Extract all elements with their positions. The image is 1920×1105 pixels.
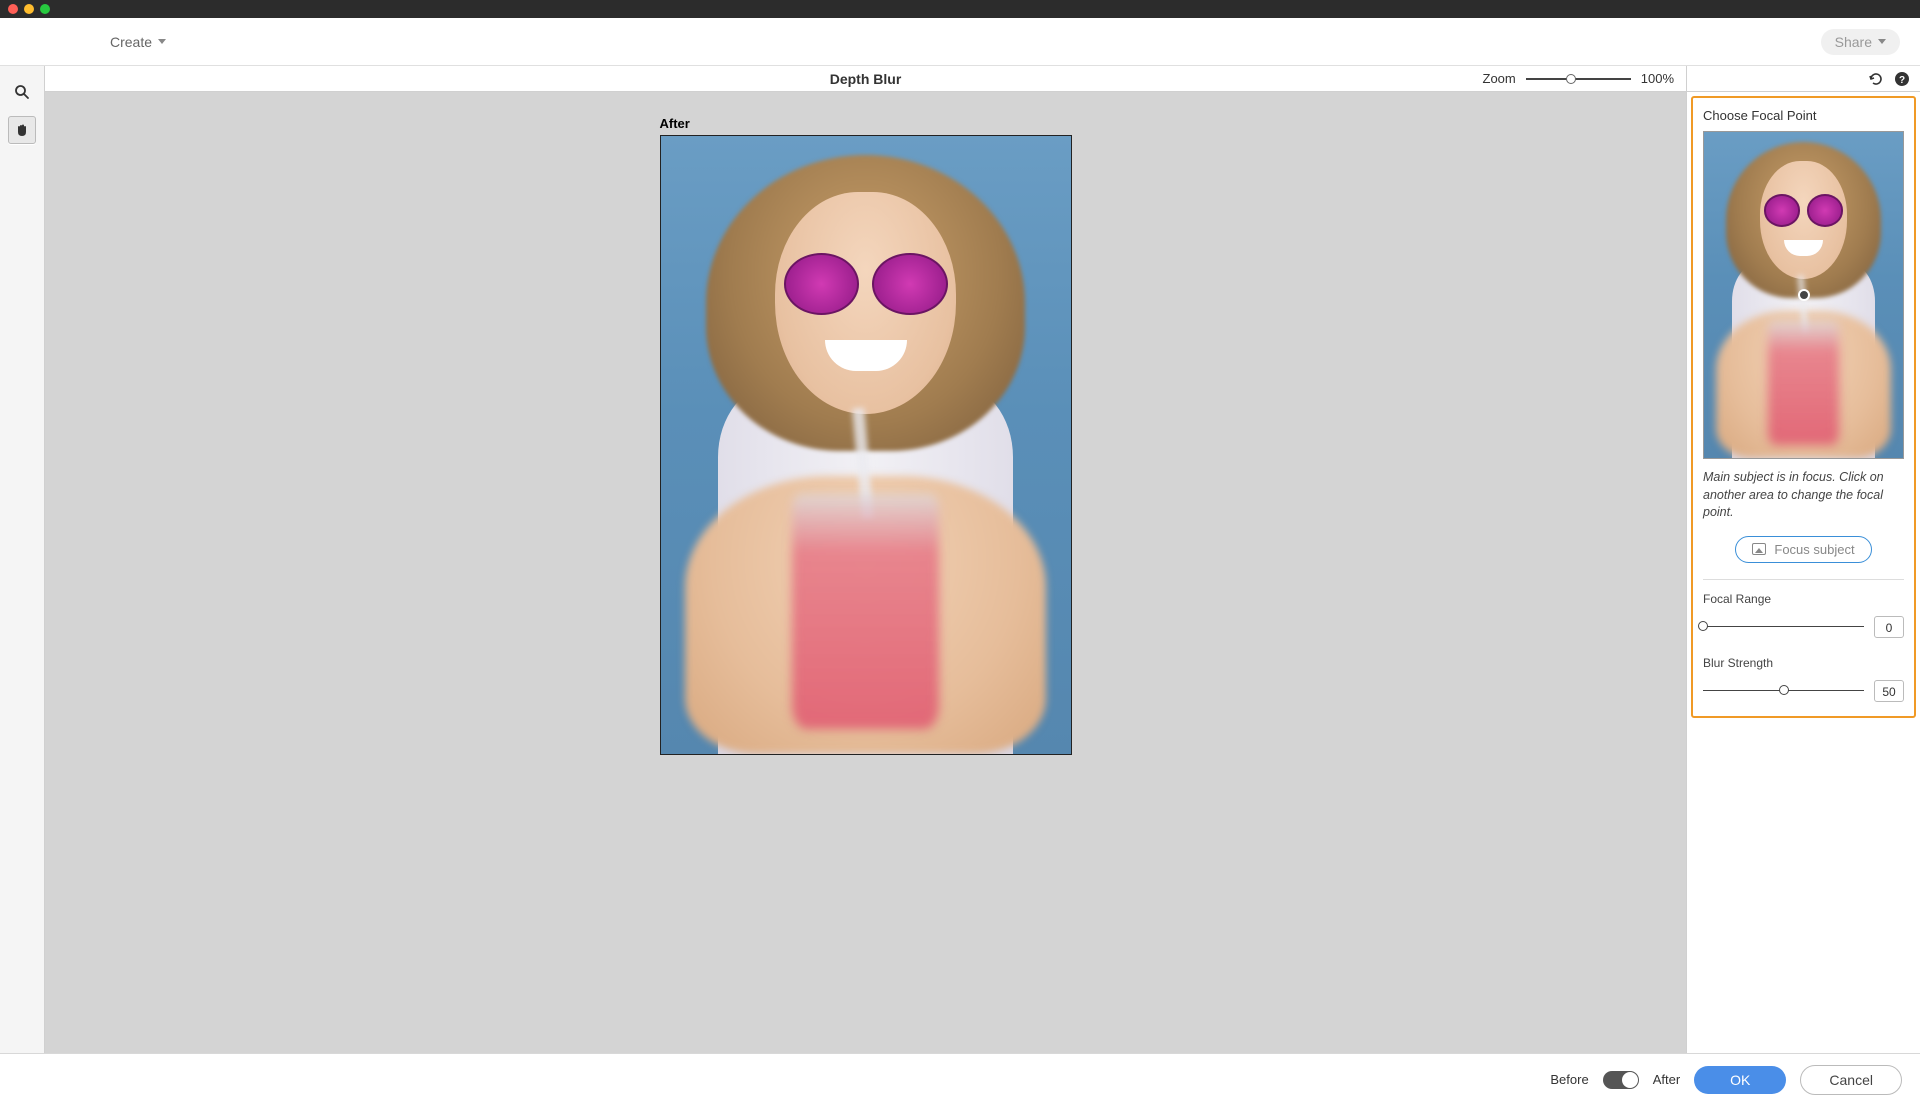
before-label: Before	[1550, 1072, 1588, 1087]
panel-help-text: Main subject is in focus. Click on anoth…	[1703, 469, 1904, 522]
separator	[1703, 579, 1904, 580]
focus-subject-button[interactable]: Focus subject	[1735, 536, 1871, 563]
maximize-window-button[interactable]	[40, 4, 50, 14]
feature-title: Depth Blur	[830, 71, 902, 87]
zoom-value: 100%	[1641, 71, 1674, 86]
main-content: Depth Blur Zoom 100% After	[0, 66, 1920, 1053]
blur-strength-value[interactable]: 50	[1874, 680, 1904, 702]
zoom-slider-thumb[interactable]	[1566, 74, 1576, 84]
image-icon	[1752, 543, 1766, 555]
reset-icon[interactable]	[1868, 71, 1884, 87]
after-label: After	[1653, 1072, 1680, 1087]
share-button[interactable]: Share	[1821, 29, 1900, 55]
before-after-toggle[interactable]	[1603, 1071, 1639, 1089]
focal-point-thumbnail[interactable]	[1703, 131, 1904, 459]
zoom-control: Zoom 100%	[1483, 71, 1674, 86]
menubar: Create Share	[0, 18, 1920, 66]
focal-range-control: 0	[1703, 616, 1904, 638]
canvas-area: Depth Blur Zoom 100% After	[45, 66, 1686, 1053]
zoom-slider[interactable]	[1526, 78, 1631, 80]
window-titlebar	[0, 0, 1920, 18]
zoom-tool-button[interactable]	[8, 78, 36, 106]
focal-range-label: Focal Range	[1703, 592, 1904, 606]
main-preview-image[interactable]	[660, 135, 1072, 755]
focal-range-thumb[interactable]	[1698, 621, 1708, 631]
help-icon[interactable]: ?	[1894, 71, 1910, 87]
chevron-down-icon	[158, 39, 166, 44]
focus-subject-label: Focus subject	[1774, 542, 1854, 557]
chevron-down-icon	[1878, 39, 1886, 44]
create-menu[interactable]: Create	[110, 34, 166, 50]
magnifier-icon	[14, 84, 30, 100]
toggle-knob	[1622, 1072, 1638, 1088]
left-toolbar	[0, 66, 45, 1053]
cancel-button[interactable]: Cancel	[1800, 1065, 1902, 1095]
hand-icon	[14, 122, 30, 138]
bottom-bar: Before After OK Cancel	[0, 1053, 1920, 1105]
right-panel-header: ?	[1687, 66, 1920, 92]
blur-strength-control: 50	[1703, 680, 1904, 702]
image-wrapper: After	[660, 116, 1072, 755]
create-label: Create	[110, 34, 152, 50]
svg-text:?: ?	[1899, 75, 1905, 86]
blur-strength-thumb[interactable]	[1779, 685, 1789, 695]
blur-strength-slider[interactable]	[1703, 690, 1864, 692]
hand-tool-button[interactable]	[8, 116, 36, 144]
focal-range-value[interactable]: 0	[1874, 616, 1904, 638]
focal-point-marker[interactable]	[1798, 289, 1810, 301]
zoom-label: Zoom	[1483, 71, 1516, 86]
close-window-button[interactable]	[8, 4, 18, 14]
share-label: Share	[1835, 34, 1872, 50]
blur-strength-label: Blur Strength	[1703, 656, 1904, 670]
focal-point-panel: Choose Focal Point Main subject is in	[1691, 96, 1916, 718]
image-state-label: After	[660, 116, 1072, 131]
right-panel-wrapper: ? Choose Focal Point	[1686, 66, 1920, 1053]
right-panel: Choose Focal Point Main subject is in	[1687, 92, 1920, 1053]
minimize-window-button[interactable]	[24, 4, 34, 14]
ok-button[interactable]: OK	[1694, 1066, 1786, 1094]
focal-range-slider[interactable]	[1703, 626, 1864, 628]
canvas-body[interactable]: After	[45, 92, 1686, 1053]
panel-title: Choose Focal Point	[1703, 108, 1904, 123]
canvas-header: Depth Blur Zoom 100%	[45, 66, 1686, 92]
